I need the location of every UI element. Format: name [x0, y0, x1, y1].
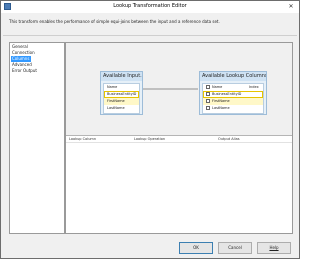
- lookup-columns-list: Name Index BusinessEntityID FirstName La…: [202, 83, 264, 114]
- lookup-editor-window: Lookup Transformation Editor ✕ This tran…: [0, 0, 300, 259]
- available-input-box[interactable]: Available Input... Name BusinessEntityID…: [100, 71, 143, 115]
- lookup-column-row[interactable]: FirstName: [203, 98, 263, 105]
- close-icon[interactable]: ✕: [285, 2, 297, 11]
- columns-panel: Available Input... Name BusinessEntityID…: [65, 42, 293, 234]
- grid-header-lookup-operation[interactable]: Lookup Operation: [134, 137, 165, 141]
- title-bar: Lookup Transformation Editor ✕: [1, 1, 299, 13]
- description-text: This transform enables the performance o…: [9, 19, 220, 24]
- input-column-row[interactable]: FirstName: [104, 98, 139, 105]
- mapping-diagram: Available Input... Name BusinessEntityID…: [66, 43, 292, 136]
- input-column-row[interactable]: BusinessEntityID: [104, 91, 139, 98]
- help-button[interactable]: Help: [257, 242, 291, 254]
- lookup-column-label: LastName: [212, 106, 230, 110]
- lookup-header-name: Name: [212, 85, 223, 89]
- input-column-header: Name: [107, 85, 118, 89]
- output-columns-grid[interactable]: Lookup Column Lookup Operation Output Al…: [66, 136, 292, 233]
- grid-header-lookup-column[interactable]: Lookup Column: [69, 137, 96, 141]
- lookup-header-index: Index: [249, 85, 259, 89]
- lookup-column-checkbox[interactable]: [206, 92, 210, 96]
- lookup-column-row[interactable]: BusinessEntityID: [203, 91, 263, 98]
- separator: [3, 35, 297, 36]
- lookup-column-checkbox[interactable]: [206, 99, 210, 103]
- lookup-column-label: BusinessEntityID: [212, 92, 242, 96]
- grid-header-output-alias[interactable]: Output Alias: [218, 137, 240, 141]
- cancel-button[interactable]: Cancel: [218, 242, 252, 254]
- lookup-column-label: FirstName: [212, 99, 230, 103]
- page-list: General Connection Columns Advanced Erro…: [9, 42, 65, 234]
- grid-header: Lookup Column Lookup Operation Output Al…: [66, 136, 292, 143]
- input-columns-list: Name BusinessEntityID FirstName LastName: [103, 83, 140, 114]
- available-lookup-title: Available Lookup Columns: [200, 72, 266, 81]
- select-all-checkbox[interactable]: [206, 85, 210, 89]
- available-input-title: Available Input...: [101, 72, 142, 81]
- nav-item-error-output[interactable]: Error Output: [11, 68, 63, 74]
- lookup-column-checkbox[interactable]: [206, 106, 210, 110]
- window-title: Lookup Transformation Editor: [113, 3, 187, 9]
- lookup-column-row[interactable]: LastName: [203, 105, 263, 112]
- input-column-row[interactable]: LastName: [104, 105, 139, 112]
- available-lookup-box[interactable]: Available Lookup Columns Name Index Busi…: [199, 71, 267, 115]
- lookup-column-header: Name Index: [203, 84, 263, 91]
- ok-button[interactable]: OK: [179, 242, 213, 254]
